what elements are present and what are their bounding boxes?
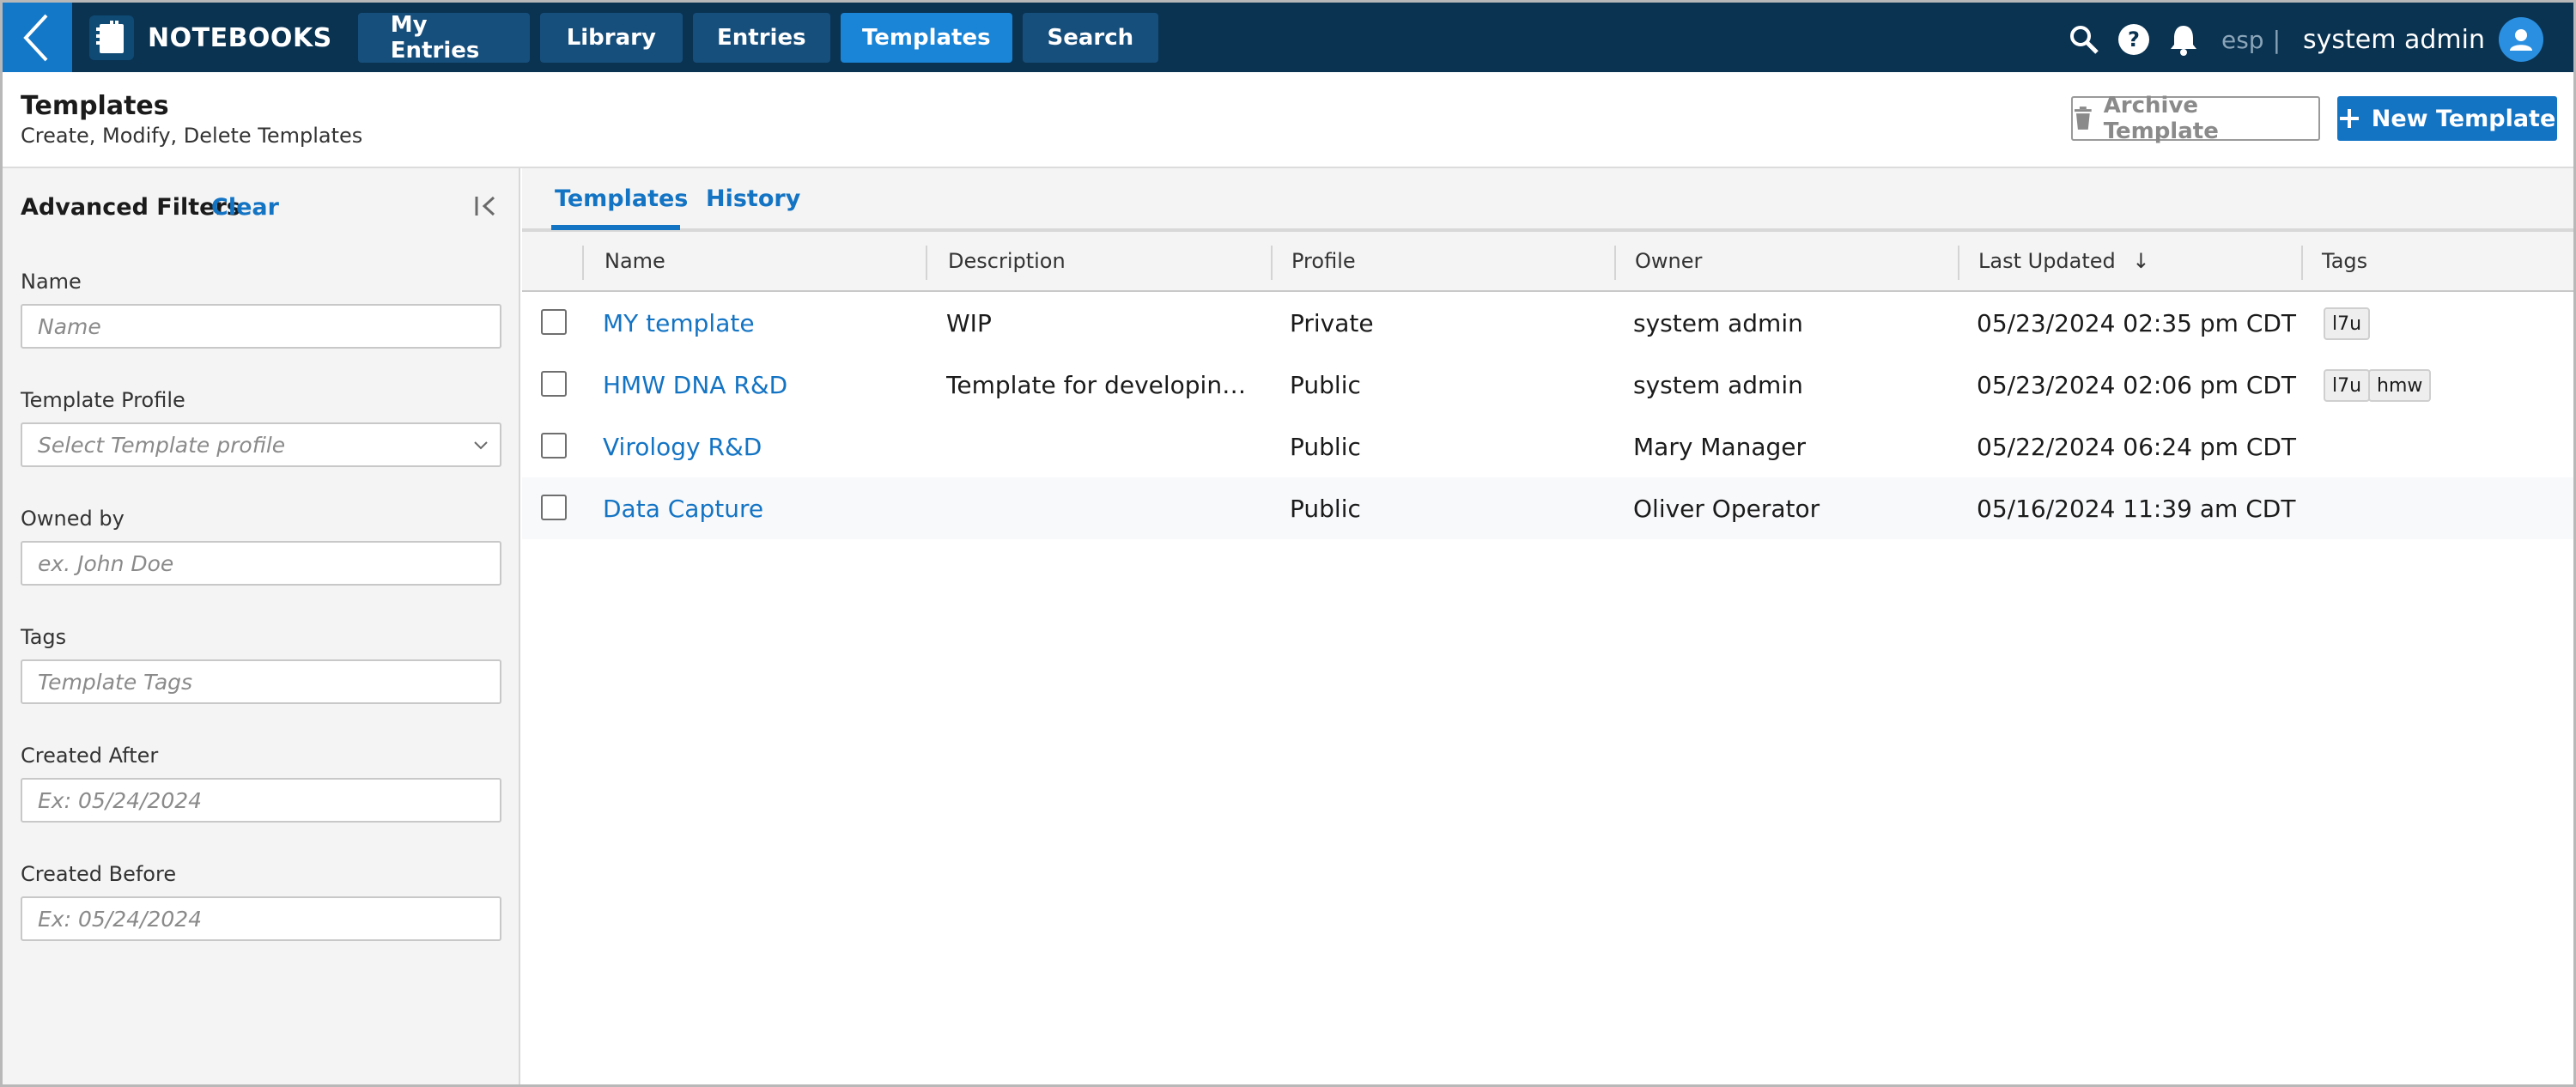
nav-tab-search[interactable]: Search: [1022, 13, 1158, 63]
template-last-updated: 05/16/2024 11:39 am CDT: [1977, 495, 2296, 523]
sort-arrow-icon: ↓: [2132, 249, 2150, 273]
owned-by-input[interactable]: ex. John Doe: [21, 541, 501, 586]
template-profile-label: Template Profile: [21, 388, 185, 412]
top-navigation-bar: NOTEBOOKS My Entries Library Entries Tem…: [0, 0, 2576, 74]
row-checkbox[interactable]: [541, 495, 567, 520]
user-avatar-icon[interactable]: [2499, 17, 2543, 62]
template-description: WIP: [946, 309, 992, 337]
tab-templates[interactable]: Templates: [555, 185, 688, 212]
topbar-right: ? esp | system admin: [2053, 3, 2543, 76]
row-checkbox[interactable]: [541, 433, 567, 458]
created-after-input[interactable]: Ex: 05/24/2024: [21, 778, 501, 823]
column-header-owner[interactable]: Owner: [1635, 249, 1702, 273]
page-title: Templates: [21, 91, 169, 121]
template-name-link[interactable]: Data Capture: [603, 495, 763, 523]
tag-badge[interactable]: l7u: [2324, 369, 2371, 402]
language-separator: |: [2272, 25, 2281, 54]
template-owner: Mary Manager: [1633, 433, 1807, 461]
column-separator: [926, 246, 927, 280]
template-last-updated: 05/23/2024 02:06 pm CDT: [1977, 371, 2297, 399]
trash-icon: [2074, 106, 2092, 130]
help-icon[interactable]: ?: [2115, 21, 2153, 58]
archive-template-label: Archive Template: [2103, 93, 2219, 144]
owned-by-label: Owned by: [21, 507, 125, 531]
advanced-filters-panel: Advanced Filters Clear Name Name Templat…: [0, 168, 520, 1087]
page-subtitle: Create, Modify, Delete Templates: [21, 124, 363, 148]
column-separator: [2301, 246, 2303, 280]
nav-tab-entries[interactable]: Entries: [692, 13, 830, 63]
nav-tab-templates[interactable]: Templates: [840, 13, 1012, 63]
chevron-down-icon: [474, 441, 488, 450]
content-tabs: Templates History: [522, 168, 2576, 230]
templates-main-panel: Templates History Name Description Profi…: [522, 168, 2576, 1087]
row-checkbox[interactable]: [541, 309, 567, 335]
search-icon[interactable]: [2065, 21, 2103, 58]
column-separator: [1614, 246, 1616, 280]
template-last-updated: 05/22/2024 06:24 pm CDT: [1977, 433, 2297, 461]
notebook-icon: [89, 15, 134, 60]
template-profile: Public: [1290, 433, 1361, 461]
column-separator: [1271, 246, 1273, 280]
new-template-label: New Template: [2371, 105, 2556, 132]
app-brand[interactable]: NOTEBOOKS: [89, 2, 332, 74]
tags-filter-label: Tags: [21, 625, 67, 649]
table-row[interactable]: MY template WIP Private system admin 05/…: [522, 292, 2576, 354]
created-before-input[interactable]: Ex: 05/24/2024: [21, 896, 501, 941]
nav-tab-library[interactable]: Library: [539, 13, 683, 63]
table-row[interactable]: HMW DNA R&D Template for developing ... …: [522, 354, 2576, 416]
clear-filters-link[interactable]: Clear: [211, 194, 279, 221]
template-description: Template for developing ...: [946, 371, 1249, 399]
created-after-label: Created After: [21, 744, 159, 768]
template-owner: system admin: [1633, 309, 1803, 337]
column-header-name[interactable]: Name: [605, 249, 665, 273]
app-name: NOTEBOOKS: [148, 22, 332, 53]
template-profile: Private: [1290, 309, 1374, 337]
template-last-updated: 05/23/2024 02:35 pm CDT: [1977, 309, 2297, 337]
tag-badge[interactable]: l7u: [2324, 307, 2371, 340]
template-owner: Oliver Operator: [1633, 495, 1820, 523]
column-header-tags[interactable]: Tags: [2322, 249, 2367, 273]
template-owner: system admin: [1633, 371, 1803, 399]
collapse-panel-icon[interactable]: [471, 191, 501, 222]
back-button[interactable]: [0, 2, 72, 74]
created-before-label: Created Before: [21, 862, 177, 886]
template-name-link[interactable]: MY template: [603, 309, 755, 337]
column-header-description[interactable]: Description: [948, 249, 1066, 273]
table-row[interactable]: Data Capture Public Oliver Operator 05/1…: [522, 477, 2576, 539]
new-template-button[interactable]: New Template: [2337, 96, 2557, 141]
chevron-left-icon: [23, 14, 48, 62]
table-header: Name Description Profile Owner Last Upda…: [522, 230, 2576, 292]
tag-badge[interactable]: hmw: [2368, 369, 2432, 402]
main-nav-tabs: My Entries Library Entries Templates Sea…: [357, 12, 1158, 64]
name-filter-input[interactable]: Name: [21, 304, 501, 349]
bell-icon[interactable]: [2165, 21, 2202, 58]
column-header-profile[interactable]: Profile: [1291, 249, 1356, 273]
plus-icon: [2339, 109, 2359, 128]
tab-history[interactable]: History: [706, 185, 800, 212]
nav-tab-my-entries[interactable]: My Entries: [357, 12, 530, 64]
template-profile: Public: [1290, 371, 1361, 399]
column-header-last-updated[interactable]: Last Updated ↓: [1978, 249, 2150, 273]
svg-text:?: ?: [2128, 27, 2140, 52]
templates-table: Name Description Profile Owner Last Upda…: [522, 230, 2576, 539]
template-name-link[interactable]: HMW DNA R&D: [603, 371, 787, 399]
row-checkbox[interactable]: [541, 371, 567, 397]
template-profile-placeholder: Select Template profile: [38, 432, 286, 458]
column-separator: [582, 246, 584, 280]
user-name[interactable]: system admin: [2303, 25, 2485, 55]
last-updated-label: Last Updated: [1978, 249, 2116, 273]
template-profile: Public: [1290, 495, 1361, 523]
template-name-link[interactable]: Virology R&D: [603, 433, 762, 461]
table-row[interactable]: Virology R&D Public Mary Manager 05/22/2…: [522, 416, 2576, 477]
page-header: Templates Create, Modify, Delete Templat…: [0, 72, 2576, 168]
archive-template-button[interactable]: Archive Template: [2071, 93, 2320, 144]
name-filter-label: Name: [21, 270, 82, 294]
filters-title: Advanced Filters: [21, 194, 240, 221]
language-selector[interactable]: esp: [2221, 26, 2264, 54]
column-separator: [1958, 246, 1959, 280]
tags-filter-input[interactable]: Template Tags: [21, 659, 501, 704]
template-profile-select[interactable]: Select Template profile: [21, 422, 501, 467]
